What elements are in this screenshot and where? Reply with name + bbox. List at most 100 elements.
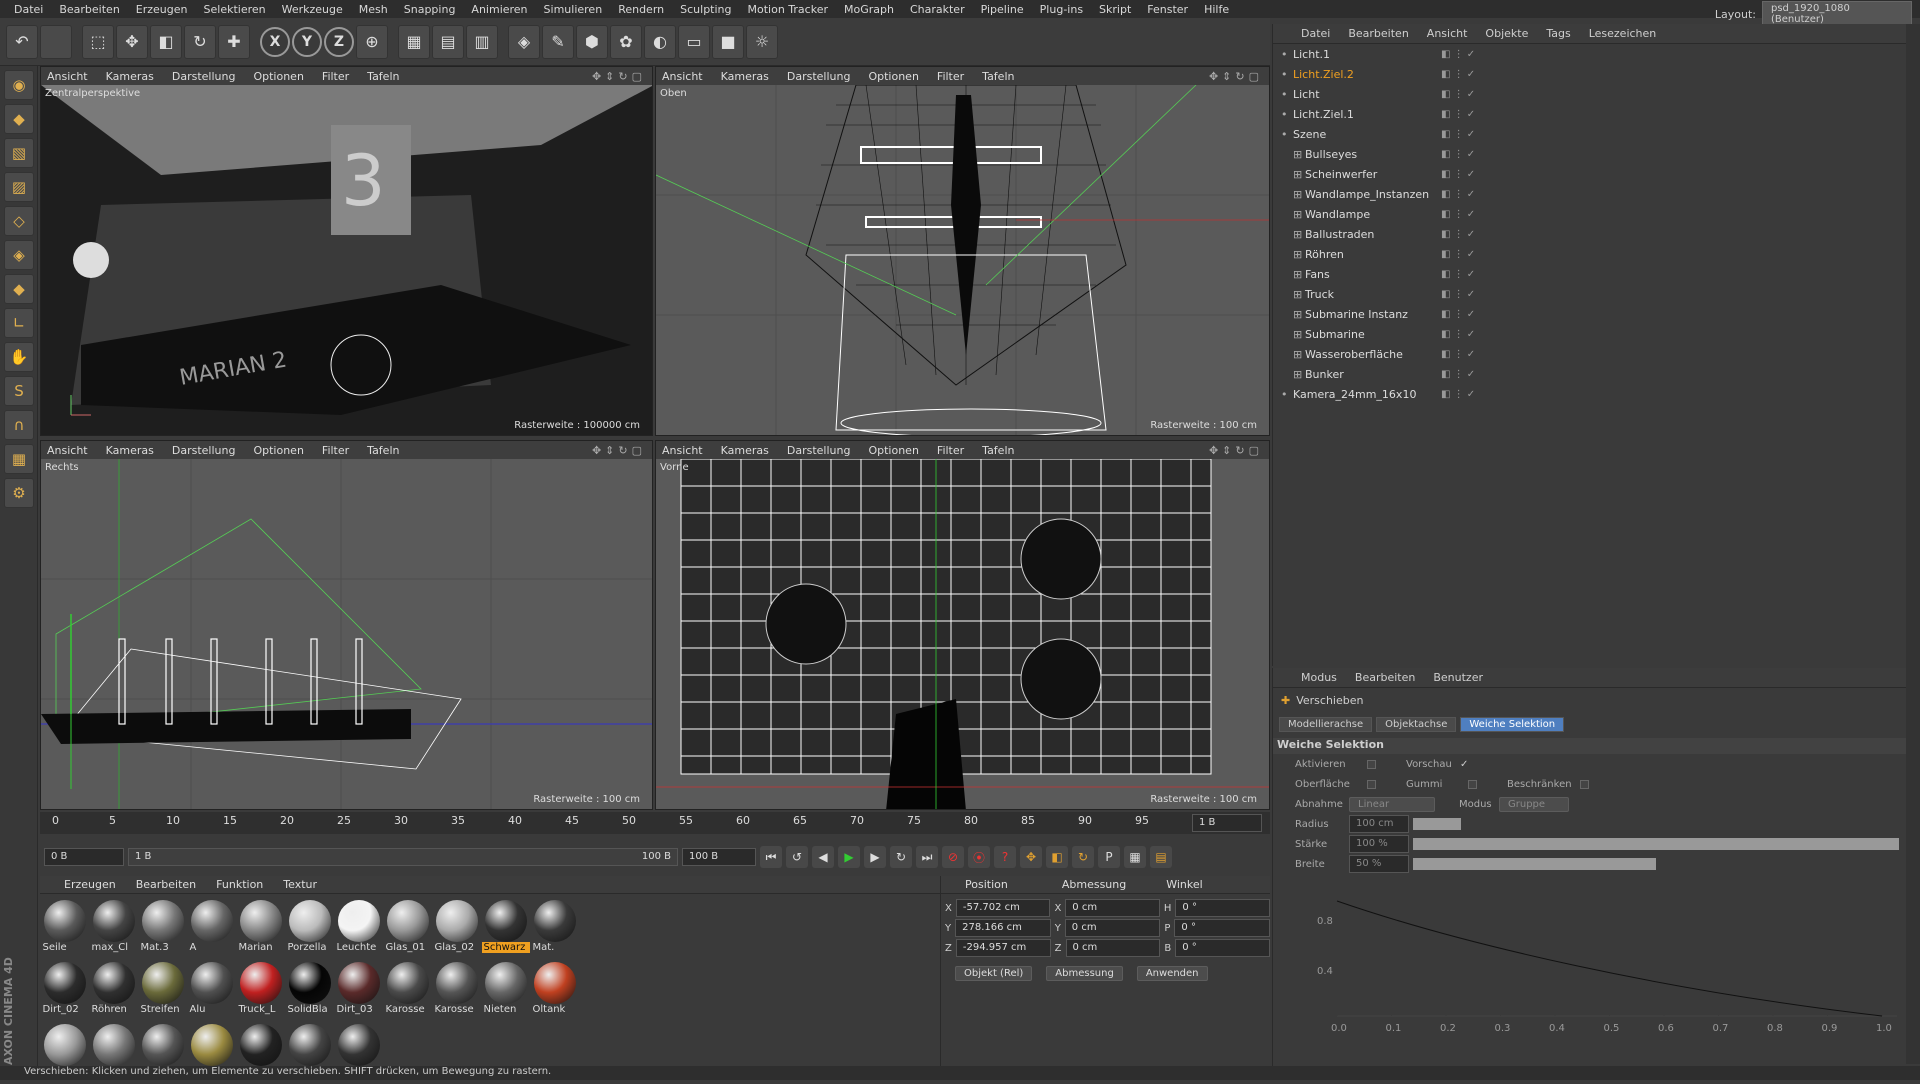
object-name[interactable]: Licht.1 (1293, 48, 1330, 61)
menu-item[interactable]: Werkzeuge (274, 3, 351, 16)
expand-icon[interactable]: ⊞ (1293, 228, 1302, 241)
expand-icon[interactable]: • (1281, 388, 1288, 401)
visibility-icon[interactable]: ◧ ⋮ ✓ (1441, 249, 1475, 260)
world-coord-icon[interactable]: ⊕ (356, 24, 388, 59)
staerke-slider[interactable] (1413, 838, 1899, 850)
select-tool-icon[interactable]: ⬚ (82, 24, 114, 59)
object-row[interactable]: ⊞ Bullseyes ◧ ⋮ ✓ (1273, 144, 1912, 164)
viewport-menu-item[interactable]: Kameras (106, 70, 154, 83)
viewport-nav-icons[interactable]: ✥⇕↻▢ (592, 444, 646, 457)
expand-icon[interactable]: ⊞ (1293, 368, 1302, 381)
viewport-menu-item[interactable]: Ansicht (662, 70, 703, 83)
deformer-icon[interactable]: ◐ (644, 24, 676, 59)
expand-icon[interactable]: • (1281, 108, 1288, 121)
material-swatch[interactable]: SolidBla (285, 960, 334, 1022)
viewport-menu-item[interactable]: Filter (937, 70, 964, 83)
axis-x-button[interactable]: X (260, 26, 290, 57)
material-swatch[interactable]: Alu (187, 960, 236, 1022)
visibility-icon[interactable]: ◧ ⋮ ✓ (1441, 289, 1475, 300)
rotate-tool-icon[interactable]: ↻ (184, 24, 216, 59)
expand-icon[interactable]: ⊞ (1293, 148, 1302, 161)
viewport-menu-item[interactable]: Kameras (721, 70, 769, 83)
menu-item[interactable]: Pipeline (973, 3, 1032, 16)
object-name[interactable]: Truck (1305, 288, 1334, 301)
size-field[interactable]: 0 cm (1065, 939, 1161, 957)
viewport-menu-item[interactable]: Ansicht (47, 70, 88, 83)
object-mode-icon[interactable]: ◆ (4, 104, 34, 134)
expand-icon[interactable]: ⊞ (1293, 168, 1302, 181)
expand-icon[interactable]: ⊞ (1293, 188, 1302, 201)
size-field[interactable]: 0 cm (1065, 899, 1160, 917)
attribute-tab[interactable]: Objektachse (1376, 717, 1457, 732)
material-swatch[interactable]: Truck_L (236, 960, 285, 1022)
attribute-menu-item[interactable]: Modus (1301, 671, 1337, 684)
menu-item[interactable]: Simulieren (536, 3, 611, 16)
attribute-tab[interactable]: Weiche Selektion (1460, 717, 1565, 732)
material-menu-item[interactable]: Textur (283, 878, 317, 891)
visibility-icon[interactable]: ◧ ⋮ ✓ (1441, 269, 1475, 280)
abnahme-dropdown[interactable]: Linear (1349, 796, 1435, 812)
object-name[interactable]: Wasseroberfläche (1305, 348, 1403, 361)
light-icon[interactable]: ☼ (746, 24, 778, 59)
material-swatch[interactable]: Streifen (138, 960, 187, 1022)
expand-icon[interactable]: ⊞ (1293, 308, 1302, 321)
material-swatch[interactable]: Seile (40, 898, 89, 960)
material-swatch[interactable]: Leuchte (334, 898, 383, 960)
vorschau-checkbox[interactable]: ✓ (1460, 759, 1468, 770)
object-name[interactable]: Scheinwerfer (1305, 168, 1377, 181)
object-name[interactable]: Licht.Ziel.2 (1293, 68, 1354, 81)
material-swatch[interactable]: Mat. (530, 898, 579, 960)
object-menu-item[interactable]: Objekte (1485, 27, 1528, 40)
material-menu-item[interactable]: Erzeugen (64, 878, 116, 891)
expand-icon[interactable]: ⊞ (1293, 348, 1302, 361)
viewport-menu-item[interactable]: Filter (322, 444, 349, 457)
texture-mode-icon[interactable]: ▧ (4, 138, 34, 168)
menu-item[interactable]: Skript (1091, 3, 1139, 16)
key-scale-icon[interactable]: ◧ (1046, 846, 1068, 868)
keyframe-selection-icon[interactable]: ? (994, 846, 1016, 868)
menu-item[interactable]: Erzeugen (128, 3, 196, 16)
object-name[interactable]: Wandlampe (1305, 208, 1370, 221)
beschraenken-checkbox[interactable] (1579, 779, 1589, 789)
menu-item[interactable]: Bearbeiten (51, 3, 127, 16)
object-name[interactable]: Submarine Instanz (1305, 308, 1408, 321)
object-row[interactable]: ⊞ Wasseroberfläche ◧ ⋮ ✓ (1273, 344, 1912, 364)
scale-tool-icon[interactable]: ◧ (150, 24, 182, 59)
axis-y-button[interactable]: Y (292, 26, 322, 57)
coord-mode-dropdown[interactable]: Objekt (Rel) (955, 966, 1033, 981)
menu-item[interactable]: Motion Tracker (740, 3, 836, 16)
object-row[interactable]: • Licht.Ziel.1 ◧ ⋮ ✓ (1273, 104, 1912, 124)
modus-dropdown[interactable]: Gruppe (1499, 796, 1569, 812)
visibility-icon[interactable]: ◧ ⋮ ✓ (1441, 109, 1475, 120)
object-menu-item[interactable]: Ansicht (1427, 27, 1468, 40)
object-name[interactable]: Fans (1305, 268, 1330, 281)
expand-icon[interactable]: ⊞ (1293, 208, 1302, 221)
oberflaeche-checkbox[interactable] (1367, 779, 1376, 789)
viewport-nav-icons[interactable]: ✥⇕↻▢ (1209, 444, 1263, 457)
visibility-icon[interactable]: ◧ ⋮ ✓ (1441, 89, 1475, 100)
object-name[interactable]: Szene (1293, 128, 1326, 141)
viewport-menu-item[interactable]: Darstellung (172, 70, 236, 83)
camera-icon[interactable]: ■ (712, 24, 744, 59)
lock-workplane-icon[interactable]: ⚙ (4, 478, 34, 508)
key-position-icon[interactable]: ✥ (1020, 846, 1042, 868)
angle-field[interactable]: 0 ° (1175, 939, 1270, 957)
material-swatch[interactable]: Glas_01 (383, 898, 432, 960)
object-menu-item[interactable]: Tags (1546, 27, 1570, 40)
viewport-menu-item[interactable]: Optionen (868, 444, 918, 457)
viewport-menu-item[interactable]: Optionen (253, 70, 303, 83)
visibility-icon[interactable]: ◧ ⋮ ✓ (1441, 209, 1475, 220)
object-row[interactable]: • Licht.1 ◧ ⋮ ✓ (1273, 44, 1912, 64)
render-settings-icon[interactable]: ▥ (466, 24, 498, 59)
visibility-icon[interactable]: ◧ ⋮ ✓ (1441, 349, 1475, 360)
position-field[interactable]: 278.166 cm (955, 919, 1051, 937)
next-key-icon[interactable]: ↻ (890, 846, 912, 868)
angle-field[interactable]: 0 ° (1175, 899, 1270, 917)
material-swatch[interactable]: Porzella (285, 898, 334, 960)
expand-icon[interactable]: ⊞ (1293, 268, 1302, 281)
material-swatch[interactable]: Glas_02 (432, 898, 481, 960)
polygons-mode-icon[interactable]: ◆ (4, 274, 34, 304)
object-name[interactable]: Submarine (1305, 328, 1365, 341)
object-menu-item[interactable]: Bearbeiten (1348, 27, 1408, 40)
object-name[interactable]: Licht.Ziel.1 (1293, 108, 1354, 121)
